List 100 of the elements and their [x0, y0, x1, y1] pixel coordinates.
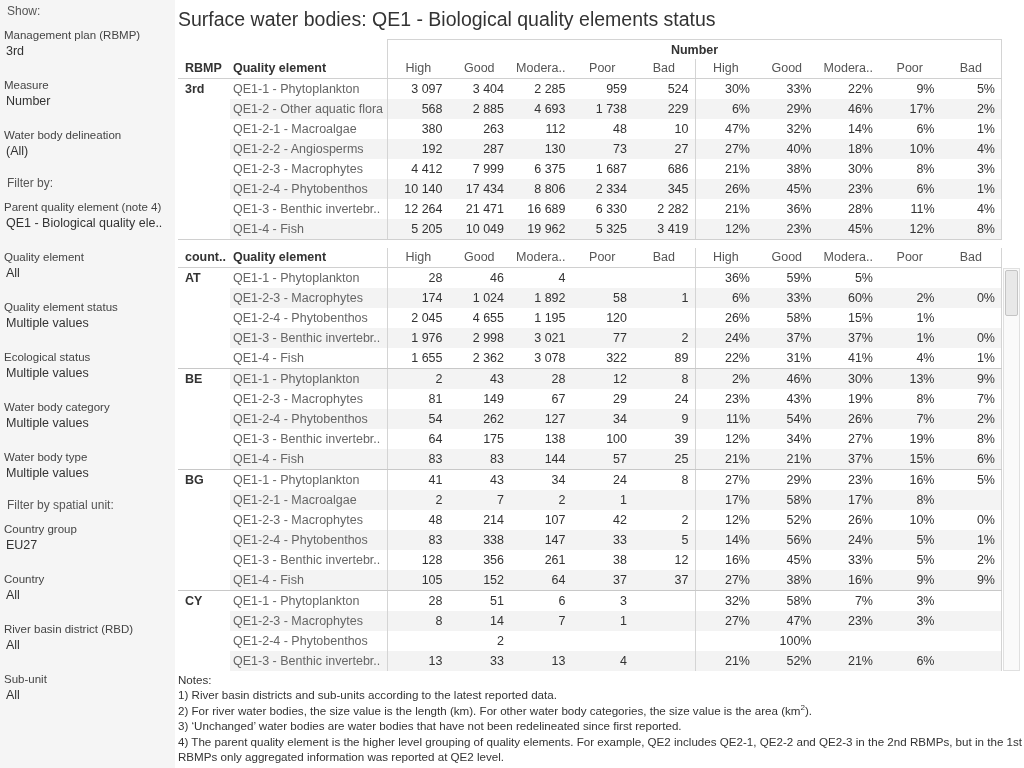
- section-heading: Filter by:: [7, 176, 53, 190]
- table-cell-text: 2 282: [656, 201, 690, 218]
- filter-value[interactable]: (All): [6, 143, 29, 160]
- table-cell-text: 107: [543, 512, 567, 529]
- page-title: Surface water bodies: QE1 - Biological quality elements status: [178, 7, 716, 32]
- table-cell-text: 1 738: [594, 101, 628, 118]
- table-cell-text: 56%: [785, 532, 813, 549]
- table-cell-text: 46%: [846, 101, 874, 118]
- table-cell-text: 25: [673, 451, 690, 468]
- row-label: QE1-4 - Fish: [232, 451, 305, 468]
- table-cell-text: 23%: [785, 221, 813, 238]
- table-cell-text: 22%: [846, 81, 874, 98]
- table-cell-text: 4: [557, 270, 567, 287]
- filter-label: Water body category: [4, 400, 110, 415]
- table-cell-text: 46: [489, 270, 505, 287]
- row-label: QE1-2-3 - Macrophytes: [232, 613, 364, 630]
- table-cell-text: 77: [612, 330, 628, 347]
- table-cell-text: 1%: [915, 330, 936, 347]
- filter-value[interactable]: 3rd: [6, 43, 25, 60]
- table-cell-text: 89: [673, 350, 690, 367]
- section-heading: Filter by spatial unit:: [7, 498, 114, 512]
- column-header: High: [387, 248, 449, 267]
- table-cell-text: 261: [543, 552, 567, 569]
- table-cell-text: 24: [673, 391, 690, 408]
- column-header: Good: [770, 60, 804, 77]
- table-cell-text: 19 962: [526, 221, 567, 238]
- table-cell-text: 7%: [915, 411, 936, 428]
- group-label: BG: [184, 472, 205, 489]
- filter-value[interactable]: All: [6, 265, 20, 282]
- table-cell-text: 4 693: [533, 101, 567, 118]
- table-cell-text: 24%: [846, 532, 874, 549]
- row-label: QE1-2-1 - Macroalgae: [232, 492, 358, 509]
- table-cell-text: 34: [612, 411, 628, 428]
- filter-value[interactable]: All: [6, 587, 20, 604]
- table-cell-text: 959: [605, 81, 628, 98]
- table-cell: 13: [387, 651, 449, 671]
- filter-value[interactable]: EU27: [6, 537, 38, 554]
- table-cell-text: 1 687: [594, 161, 628, 178]
- filter-value[interactable]: All: [6, 637, 20, 654]
- row-label: QE1-2-4 - Phytobenthos: [232, 633, 369, 650]
- table-cell-text: 24: [612, 472, 628, 489]
- note-text: 1) River basin districts and sub-units according to the latest reported data.: [178, 687, 558, 703]
- table-cell-text: 287: [482, 141, 505, 158]
- filter-label: Water body type: [4, 450, 88, 465]
- column-header: Quality element: [232, 60, 328, 77]
- table-cell: 27%: [694, 570, 756, 590]
- table-cell-text: 15%: [846, 310, 874, 327]
- table-cell-text: 21 471: [464, 201, 505, 218]
- table-cell-text: 26%: [846, 512, 874, 529]
- group-label: AT: [184, 270, 202, 287]
- row-label: QE1-2-3 - Macrophytes: [232, 391, 364, 408]
- table-cell: 83: [387, 449, 449, 469]
- table-cell-text: 3 404: [471, 81, 505, 98]
- table-cell-text: 60%: [846, 290, 874, 307]
- table-cell-text: 2%: [915, 290, 936, 307]
- filter-value[interactable]: Multiple values: [6, 365, 89, 382]
- column-header: Bad: [651, 60, 676, 77]
- table-cell-text: 1%: [915, 310, 936, 327]
- table-cell-text: 8%: [915, 492, 936, 509]
- table-cell-text: 6%: [915, 181, 936, 198]
- table-cell-text: 45%: [846, 221, 874, 238]
- table-cell-text: 120: [605, 310, 628, 327]
- table-cell-text: 27%: [846, 431, 874, 448]
- table-cell-text: 13%: [908, 371, 936, 388]
- filter-value[interactable]: Multiple values: [6, 415, 89, 432]
- table-cell-text: 34%: [785, 431, 813, 448]
- filter-label: Sub-unit: [4, 672, 47, 687]
- filter-value[interactable]: Number: [6, 93, 51, 110]
- table-cell-text: 38%: [785, 161, 813, 178]
- filter-value[interactable]: Multiple values: [6, 315, 89, 332]
- filter-value[interactable]: Multiple values: [6, 465, 89, 482]
- scrollbar-thumb[interactable]: [1005, 270, 1018, 316]
- table-cell-text: 11%: [909, 201, 936, 218]
- table-cell-text: 32%: [785, 121, 813, 138]
- table-cell: 2%: [940, 409, 1002, 429]
- table-cell-text: 29%: [785, 472, 813, 489]
- table-cell: 11%: [694, 409, 756, 429]
- row-label: QE1-3 - Benthic invertebr..: [232, 201, 382, 218]
- filter-value[interactable]: All: [6, 687, 20, 704]
- table-cell: 9%: [940, 369, 1002, 389]
- group-label: CY: [184, 593, 204, 610]
- filter-value[interactable]: QE1 - Biological quality ele..: [6, 215, 163, 232]
- table-cell-text: 19%: [908, 431, 936, 448]
- table-cell: 54: [387, 409, 449, 429]
- column-header: RBMP: [184, 60, 223, 77]
- table-cell-text: 29: [612, 391, 628, 408]
- filter-label: Country group: [4, 522, 77, 537]
- table-cell-text: 8%: [915, 161, 936, 178]
- row-label: QE1-3 - Benthic invertebr..: [232, 431, 382, 448]
- scrollbar[interactable]: [1003, 268, 1020, 671]
- table-cell-text: 12: [673, 552, 690, 569]
- table-cell-text: 30%: [846, 371, 874, 388]
- table-cell-text: 686: [666, 161, 690, 178]
- table-cell-text: 1: [619, 492, 628, 509]
- table-cell-text: 152: [482, 572, 505, 589]
- table-cell-text: 9%: [915, 81, 936, 98]
- table-cell: 9%: [940, 570, 1002, 590]
- table-cell-text: 16%: [908, 472, 936, 489]
- table-cell-text: 64: [550, 572, 567, 589]
- table-cell-text: 19%: [846, 391, 874, 408]
